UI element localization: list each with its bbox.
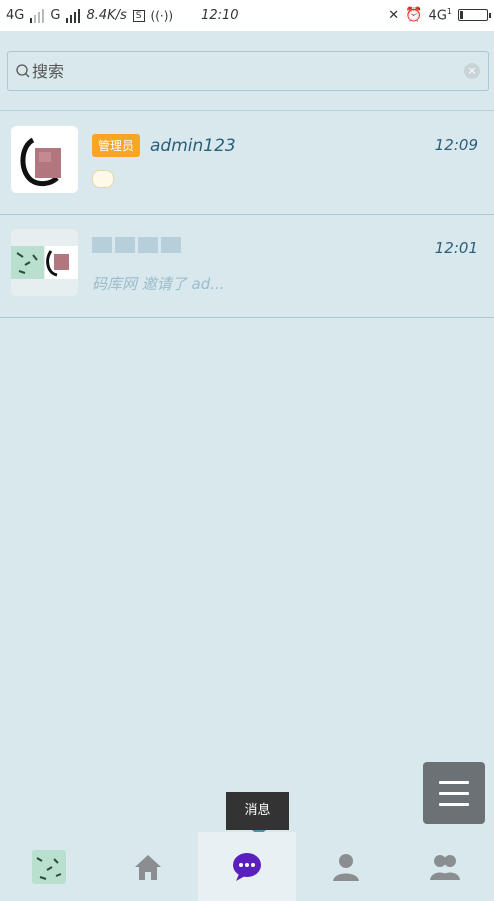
avatar [11,126,78,193]
nav-messages[interactable] [197,832,297,901]
search-section: × [0,31,494,111]
search-input[interactable] [30,61,434,81]
vibrate-icon: ((·)) [150,8,174,23]
group-avatar [11,229,78,296]
network-type-label-2: G [50,8,61,23]
admin-badge: 管理员 [92,134,141,157]
sticker-emoji-icon [92,170,114,188]
network-type-label-3: 4G1 [428,7,452,24]
search-bar[interactable]: × [7,51,489,91]
name-row [92,237,181,253]
messages-tooltip: 消息 [226,792,289,836]
hamburger-icon-line [439,791,469,795]
clear-search-icon[interactable]: × [464,63,480,79]
clock: 12:10 [201,8,239,23]
bottom-nav [0,832,494,901]
group-thumbnail-icon [32,849,67,884]
message-time: 12:01 [434,239,478,257]
nav-home[interactable] [99,832,198,901]
message-preview: 码库网 邀请了 ad... [92,275,225,293]
profile-icon [332,853,359,881]
contacts-icon [429,854,460,880]
name-row: 管理员 admin123 [92,134,236,157]
signal-strength-icon [30,8,45,23]
conversation-item[interactable]: 管理员 admin123 12:09 [0,112,494,215]
conversation-item[interactable]: 12:01 码库网 邀请了 ad... [0,215,494,318]
net-speed: 8.4K/s [86,8,127,23]
search-icon [16,64,30,78]
avatar-image [11,126,78,193]
menu-button[interactable] [423,762,485,824]
alarm-icon: ⏰ [405,7,423,24]
battery-icon [458,9,491,22]
nav-group-avatar[interactable] [0,832,99,901]
contact-name: admin123 [150,135,236,156]
message-time: 12:09 [434,136,478,154]
status-bar: 4G G 8.4K/s S ((·)) 12:10 ✕ ⏰ 4G1 [0,0,494,31]
s-icon: S [132,9,145,22]
nav-contacts[interactable] [395,832,494,901]
hamburger-icon-line [439,780,469,784]
network-type-label: 4G [6,8,25,23]
blurred-contact-name [92,237,181,253]
home-icon [135,854,162,880]
nav-profile[interactable] [296,832,395,901]
group-avatar-image [11,229,78,296]
signal-strength-icon-2 [66,8,81,23]
message-preview [92,170,114,192]
mute-icon: ✕ [388,7,400,23]
hamburger-icon-line [439,802,469,806]
chat-icon [232,852,261,881]
